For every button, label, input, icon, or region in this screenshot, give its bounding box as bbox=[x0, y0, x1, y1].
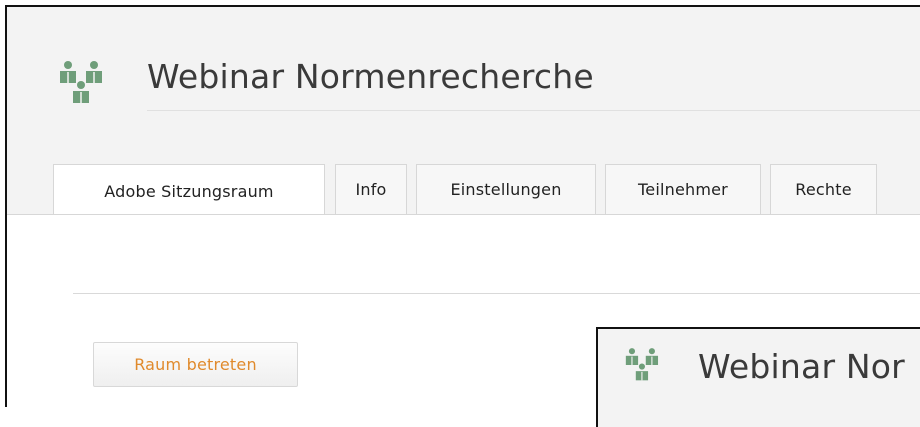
inset-page-title: Webinar Nor bbox=[698, 347, 905, 386]
inset-screenshot: Webinar Nor bbox=[596, 327, 920, 427]
enter-room-button[interactable]: Raum betreten bbox=[93, 342, 298, 387]
group-users-icon bbox=[55, 55, 115, 111]
tab-einstellungen[interactable]: Einstellungen bbox=[416, 164, 596, 214]
content-divider bbox=[73, 293, 920, 294]
page-title: Webinar Normenrecherche bbox=[147, 57, 594, 96]
page-header: Webinar Normenrecherche Adobe Sitzungsra… bbox=[7, 7, 920, 217]
tab-teilnehmer[interactable]: Teilnehmer bbox=[605, 164, 761, 214]
tab-rechte[interactable]: Rechte bbox=[770, 164, 877, 214]
tab-adobe-sitzungsraum[interactable]: Adobe Sitzungsraum bbox=[53, 164, 325, 217]
title-divider bbox=[147, 110, 920, 111]
group-users-icon bbox=[622, 343, 668, 387]
tab-info[interactable]: Info bbox=[335, 164, 407, 214]
